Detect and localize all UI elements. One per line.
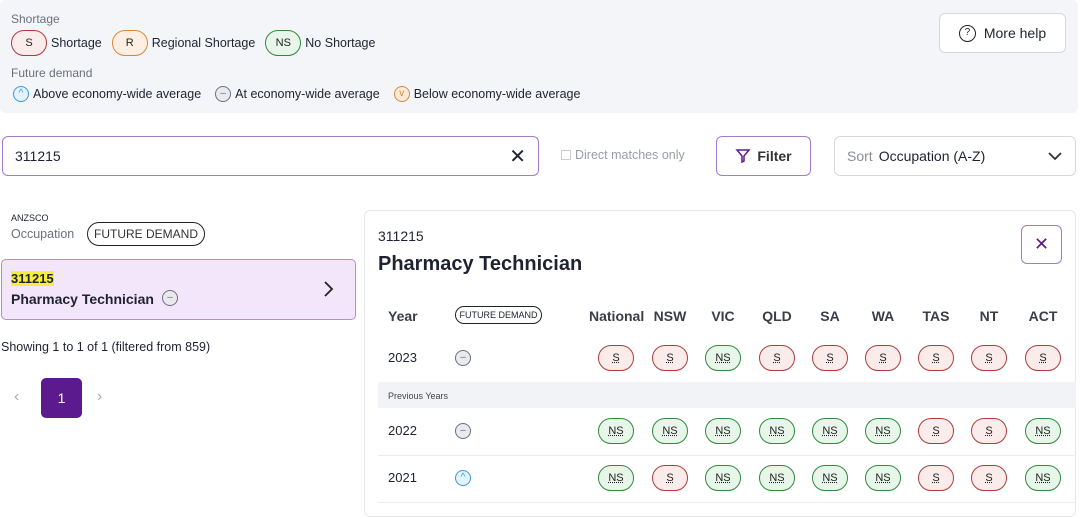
direct-matches-checkbox[interactable]: Direct matches only bbox=[561, 148, 685, 162]
direct-matches-label: Direct matches only bbox=[575, 148, 685, 162]
row-divider bbox=[378, 455, 1076, 456]
more-help-label: More help bbox=[983, 25, 1047, 41]
status-badge[interactable]: NS bbox=[812, 465, 848, 491]
regional-pill: R bbox=[111, 30, 148, 56]
above-label: Above economy-wide average bbox=[33, 87, 202, 101]
minus-icon: – bbox=[455, 350, 471, 366]
status-badge[interactable]: S bbox=[1025, 345, 1061, 371]
previous-years-band: Previous Years bbox=[378, 382, 1076, 408]
results-count: Showing 1 to 1 of 1 (filtered from 859) bbox=[1, 340, 211, 354]
status-badge[interactable]: NS bbox=[759, 418, 795, 444]
at-label: At economy-wide average bbox=[235, 87, 380, 101]
status-badge[interactable]: NS bbox=[705, 345, 741, 371]
no-shortage-label: No Shortage bbox=[305, 36, 376, 50]
question-circle-icon: ? bbox=[958, 24, 976, 42]
year-header: Year bbox=[388, 308, 418, 324]
chevron-right-icon bbox=[324, 281, 334, 297]
column-header-qld: QLD bbox=[762, 308, 792, 324]
year-cell: 2023 bbox=[388, 350, 417, 365]
occupation-label: Occupation bbox=[11, 227, 75, 241]
chevron-down-icon bbox=[1047, 148, 1063, 164]
column-header-nsw: NSW bbox=[653, 308, 687, 324]
status-badge[interactable]: S bbox=[652, 465, 688, 491]
filter-icon bbox=[735, 149, 751, 164]
below-label: Below economy-wide average bbox=[413, 87, 581, 101]
status-badge[interactable]: NS bbox=[865, 465, 901, 491]
card-name: Pharmacy Technician bbox=[11, 291, 154, 307]
column-header-sa: SA bbox=[820, 308, 840, 324]
status-badge[interactable]: NS bbox=[759, 465, 795, 491]
row-divider bbox=[378, 502, 1076, 503]
status-badge[interactable]: NS bbox=[1025, 418, 1061, 444]
minus-icon: – bbox=[215, 86, 232, 102]
status-badge[interactable]: S bbox=[918, 345, 954, 371]
shortage-legend-title: Shortage bbox=[11, 12, 60, 26]
shortage-label: Shortage bbox=[51, 36, 102, 50]
column-header-tas: TAS bbox=[922, 308, 950, 324]
column-header-vic: VIC bbox=[711, 308, 735, 324]
legend-panel: Shortage S Shortage R Regional Shortage NS… bbox=[0, 0, 1078, 113]
close-icon: ✕ bbox=[1033, 234, 1050, 254]
status-badge[interactable]: NS bbox=[865, 418, 901, 444]
chevron-down-icon: v bbox=[393, 86, 410, 102]
status-badge[interactable]: S bbox=[652, 345, 688, 371]
next-page-button[interactable]: › bbox=[97, 388, 102, 406]
detail-title: Pharmacy Technician bbox=[378, 253, 583, 275]
page-1-button[interactable]: 1 bbox=[41, 378, 82, 418]
column-header-act: ACT bbox=[1028, 308, 1058, 324]
occupation-card[interactable]: 311215 Pharmacy Technician – bbox=[1, 259, 356, 320]
chevron-up-icon: ^ bbox=[455, 470, 471, 486]
status-badge[interactable]: NS bbox=[598, 418, 634, 444]
close-detail-button[interactable]: ✕ bbox=[1021, 225, 1062, 264]
future-demand-header: FUTURE DEMAND bbox=[455, 306, 542, 324]
card-code: 311215 bbox=[11, 271, 54, 286]
column-header-wa: WA bbox=[871, 308, 895, 324]
previous-years-label: Previous Years bbox=[388, 391, 449, 401]
status-badge[interactable]: NS bbox=[705, 465, 741, 491]
search-input[interactable]: 311215 ✕ bbox=[2, 136, 539, 176]
status-badge[interactable]: S bbox=[759, 345, 795, 371]
status-badge[interactable]: S bbox=[812, 345, 848, 371]
sort-value: Occupation (A-Z) bbox=[878, 148, 986, 164]
status-badge[interactable]: NS bbox=[1025, 465, 1061, 491]
more-help-button[interactable]: ? More help bbox=[939, 13, 1066, 53]
clear-search-icon[interactable]: ✕ bbox=[509, 144, 526, 169]
shortage-pill: S bbox=[11, 30, 47, 56]
column-header-nt: NT bbox=[979, 308, 999, 324]
status-badge[interactable]: S bbox=[971, 465, 1007, 491]
status-badge[interactable]: NS bbox=[598, 465, 634, 491]
no-shortage-pill: NS bbox=[265, 30, 302, 56]
checkbox-box[interactable] bbox=[561, 150, 571, 160]
minus-icon: – bbox=[162, 290, 178, 306]
chevron-up-icon: ^ bbox=[13, 86, 29, 102]
status-badge[interactable]: S bbox=[971, 345, 1007, 371]
status-badge[interactable]: S bbox=[918, 418, 954, 444]
sort-select[interactable]: Sort Occupation (A-Z) bbox=[834, 136, 1076, 176]
future-legend-title: Future demand bbox=[11, 66, 93, 80]
status-badge[interactable]: NS bbox=[652, 418, 688, 444]
filter-label: Filter bbox=[757, 148, 792, 164]
status-badge[interactable]: S bbox=[971, 418, 1007, 444]
column-header-national: National bbox=[589, 308, 645, 324]
future-demand-sort-pill[interactable]: FUTURE DEMAND bbox=[87, 222, 205, 246]
detail-code: 311215 bbox=[378, 228, 424, 244]
sort-prefix: Sort bbox=[847, 148, 873, 164]
status-badge[interactable]: S bbox=[865, 345, 901, 371]
status-badge[interactable]: S bbox=[598, 345, 634, 371]
anzsco-label: ANZSCO bbox=[11, 213, 49, 223]
year-cell: 2022 bbox=[388, 423, 417, 438]
status-badge[interactable]: NS bbox=[705, 418, 741, 444]
status-badge[interactable]: NS bbox=[812, 418, 848, 444]
search-value: 311215 bbox=[15, 148, 61, 164]
year-cell: 2021 bbox=[388, 470, 417, 485]
filter-button[interactable]: Filter bbox=[716, 136, 811, 176]
regional-label: Regional Shortage bbox=[151, 36, 256, 50]
status-badge[interactable]: S bbox=[918, 465, 954, 491]
minus-icon: – bbox=[455, 423, 471, 439]
prev-page-button[interactable]: ‹ bbox=[14, 388, 19, 406]
